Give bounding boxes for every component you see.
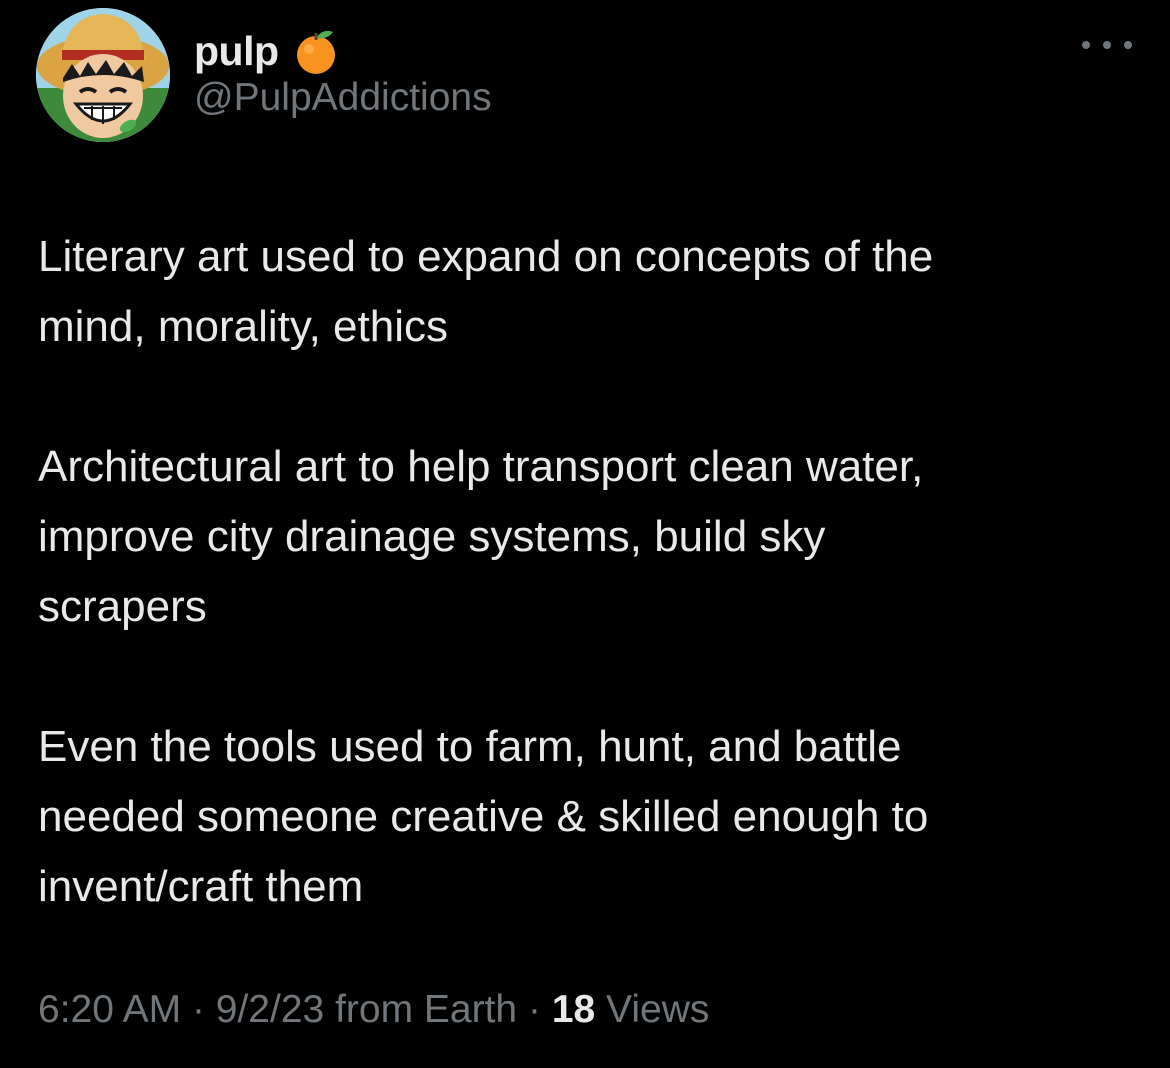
tweet-paragraph: Even the tools used to farm, hunt, and b… (38, 722, 929, 911)
tweet-date[interactable]: 9/2/23 (216, 988, 324, 1031)
tweet-paragraph: Architectural art to help transport clea… (38, 442, 924, 631)
tweet-metadata: 6:20 AM · 9/2/23 from Earth · 18 Views (38, 988, 709, 1032)
views-label[interactable]: Views (606, 988, 709, 1031)
tweet: pulp @PulpAddictions Literary art used t… (0, 0, 1170, 1068)
avatar-image (36, 8, 170, 142)
avatar[interactable] (36, 8, 170, 142)
tweet-source: from Earth (335, 988, 518, 1031)
tweet-text: Literary art used to expand on concepts … (38, 222, 1138, 922)
tweet-paragraph: Literary art used to expand on concepts … (38, 232, 934, 351)
views-count[interactable]: 18 (552, 988, 595, 1031)
more-horizontal-icon[interactable] (1082, 30, 1132, 60)
more-dot (1103, 41, 1111, 49)
more-dot (1124, 41, 1132, 49)
meta-separator: · (527, 988, 541, 1031)
more-dot (1082, 41, 1090, 49)
display-name[interactable]: pulp (194, 28, 279, 75)
meta-separator: · (191, 988, 205, 1031)
tweet-time[interactable]: 6:20 AM (38, 988, 181, 1031)
user-handle[interactable]: @PulpAddictions (194, 76, 492, 120)
orange-emoji (296, 30, 335, 74)
user-name-row[interactable]: pulp (194, 24, 339, 78)
